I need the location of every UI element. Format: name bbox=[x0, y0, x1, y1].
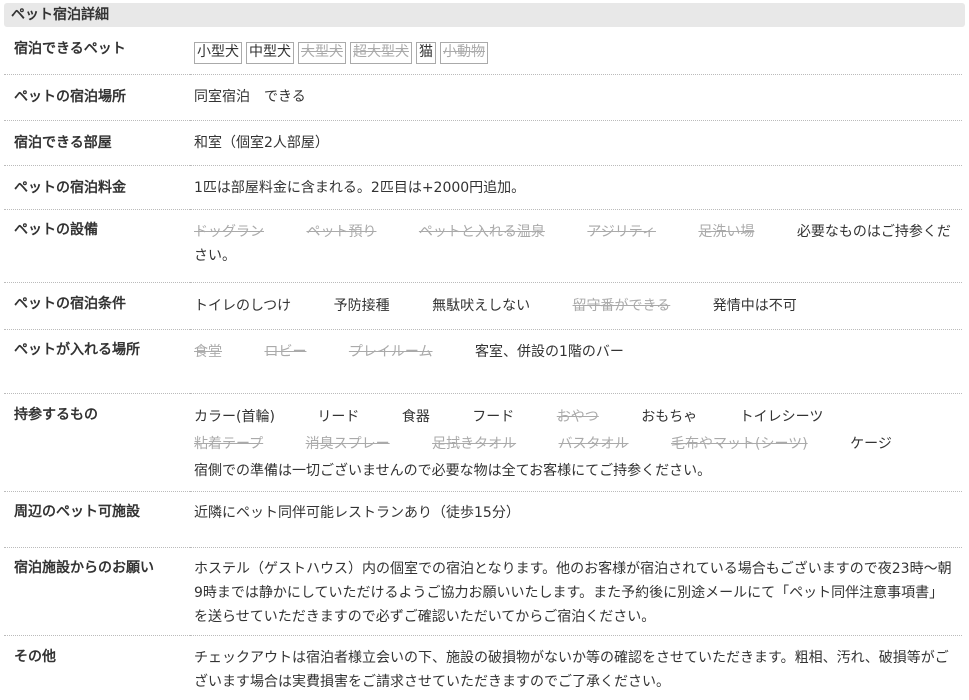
pet-tag: 超大型犬 bbox=[350, 42, 412, 64]
row-value: ホステル（ゲストハウス）内の個室での宿泊となります。他のお客様が宿泊されている場… bbox=[190, 547, 962, 636]
facility-items: ドッグラン ペット預り ペットと入れる温泉 アジリティ 足洗い場 必要なものはご… bbox=[190, 209, 962, 283]
list-item: 毛布やマット(シーツ) bbox=[670, 435, 808, 452]
row-nearby: 周辺のペット可施設 近隣にペット同伴可能レストランあり（徒歩15分） bbox=[4, 491, 962, 548]
list-item: バスタオル bbox=[558, 435, 629, 452]
row-value: 1匹は部屋料金に含まれる。2匹目は+2000円追加。 bbox=[190, 165, 962, 210]
row-value: チェックアウトは宿泊者様立会いの下、施設の破損物がないか等の確認をさせていただき… bbox=[194, 649, 949, 690]
pet-tag: 小型犬 bbox=[194, 42, 242, 64]
row-value: 同室宿泊 できる bbox=[190, 74, 962, 121]
list-item: おやつ bbox=[556, 408, 599, 425]
row-conditions: ペットの宿泊条件 トイレのしつけ 予防接種 無駄吠えしない 留守番ができる 発情… bbox=[4, 282, 962, 330]
list-item: 発情中は不可 bbox=[712, 297, 797, 314]
row-bring: 持参するもの カラー(首輪) リード 食器 フード おやつ おもちゃ トイレシー… bbox=[4, 393, 962, 492]
list-item: プレイルーム bbox=[348, 343, 433, 360]
list-item: カラー(首輪) bbox=[194, 408, 275, 425]
pet-tag: 大型犬 bbox=[298, 42, 346, 64]
list-item: ペット預り bbox=[306, 223, 377, 240]
row-areas: ペットが入れる場所 食堂 ロビー プレイルーム 客室、併設の1階のバー bbox=[4, 329, 962, 394]
list-item: 食堂 bbox=[194, 343, 222, 360]
row-label: 周辺のペット可施設 bbox=[4, 491, 190, 548]
row-room: 宿泊できる部屋 和室（個室2人部屋） bbox=[4, 120, 962, 166]
list-item: ケージ bbox=[850, 435, 892, 452]
list-item: トイレシーツ bbox=[739, 408, 824, 425]
row-facility: ペットの設備 ドッグラン ペット預り ペットと入れる温泉 アジリティ 足洗い場 … bbox=[4, 209, 962, 283]
row-value: 近隣にペット同伴可能レストランあり（徒歩15分） bbox=[190, 491, 962, 548]
list-item: 予防接種 bbox=[333, 297, 390, 314]
list-item: ペットと入れる温泉 bbox=[418, 223, 545, 240]
list-item: 消臭スプレー bbox=[305, 435, 390, 452]
list-item: 食器 bbox=[401, 408, 430, 425]
list-item: ロビー bbox=[264, 343, 307, 360]
row-label: その他 bbox=[14, 648, 56, 665]
section-title: ペット宿泊詳細 bbox=[4, 3, 965, 27]
bring-items: カラー(首輪) リード 食器 フード おやつ おもちゃ トイレシーツ 粘着テープ… bbox=[190, 393, 962, 492]
row-label: ペットの設備 bbox=[4, 209, 190, 283]
row-label: 宿泊できる部屋 bbox=[4, 120, 190, 166]
list-item: アジリティ bbox=[587, 223, 656, 240]
row-label: 持参するもの bbox=[4, 393, 190, 492]
list-item: ドッグラン bbox=[194, 223, 264, 240]
pet-tag: 小動物 bbox=[440, 42, 488, 64]
pet-tag: 中型犬 bbox=[246, 42, 294, 64]
condition-items: トイレのしつけ 予防接種 無駄吠えしない 留守番ができる 発情中は不可 bbox=[190, 282, 962, 330]
pet-tags: 小型犬 中型犬 大型犬 超大型犬猫小動物 bbox=[190, 27, 962, 75]
pet-details-table: 宿泊できるペット 小型犬 中型犬 大型犬 超大型犬猫小動物 ペットの宿泊場所 同室宿泊… bbox=[4, 27, 962, 697]
row-request: 宿泊施設からのお願い ホステル（ゲストハウス）内の個室での宿泊となります。他のお… bbox=[4, 547, 962, 636]
area-items: 食堂 ロビー プレイルーム 客室、併設の1階のバー bbox=[190, 329, 962, 394]
row-other: その他 チェックアウトは宿泊者様立会いの下、施設の破損物がないか等の確認をさせて… bbox=[4, 635, 962, 697]
row-label: 宿泊施設からのお願い bbox=[4, 547, 190, 636]
row-place: ペットの宿泊場所 同室宿泊 できる bbox=[4, 74, 962, 121]
list-note: 客室、併設の1階のバー bbox=[474, 343, 624, 360]
list-item: リード bbox=[317, 408, 360, 425]
list-item: 無駄吠えしない bbox=[432, 297, 531, 314]
row-value: 和室（個室2人部屋） bbox=[190, 120, 962, 166]
row-label: ペットの宿泊場所 bbox=[4, 74, 190, 121]
row-fee: ペットの宿泊料金 1匹は部屋料金に含まれる。2匹目は+2000円追加。 bbox=[4, 165, 962, 210]
list-item: 足洗い場 bbox=[698, 223, 755, 240]
pet-stay-details: ペット宿泊詳細 宿泊できるペット 小型犬 中型犬 大型犬 超大型犬猫小動物 ペットの宿… bbox=[4, 3, 965, 697]
list-item: トイレのしつけ bbox=[194, 297, 292, 314]
list-item: 足拭きタオル bbox=[432, 435, 517, 452]
pet-tag: 猫 bbox=[416, 42, 436, 64]
list-item: 粘着テープ bbox=[194, 435, 264, 452]
row-pets: 宿泊できるペット 小型犬 中型犬 大型犬 超大型犬猫小動物 bbox=[4, 27, 962, 75]
row-label: ペットが入れる場所 bbox=[4, 329, 190, 394]
row-label: 宿泊できるペット bbox=[4, 27, 190, 75]
row-label: ペットの宿泊料金 bbox=[4, 165, 190, 210]
row-label: ペットの宿泊条件 bbox=[4, 282, 190, 330]
list-note: 宿側での準備は一切ございませんので必要な物は全てお客様にてご持参ください。 bbox=[194, 462, 712, 479]
list-item: フード bbox=[472, 408, 515, 425]
list-item: 留守番ができる bbox=[572, 297, 671, 314]
list-item: おもちゃ bbox=[641, 408, 698, 425]
